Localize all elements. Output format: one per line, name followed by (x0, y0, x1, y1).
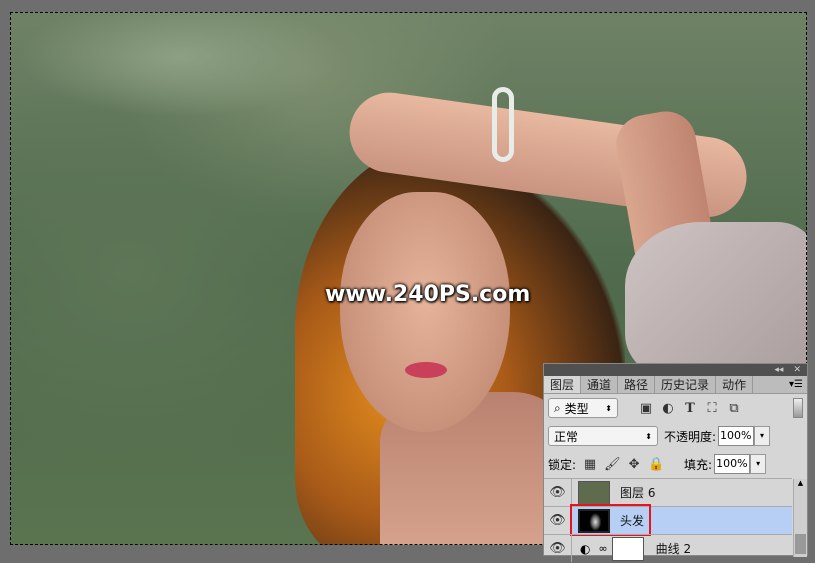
tab-history[interactable]: 历史记录 (655, 376, 717, 393)
visibility-eye-icon[interactable]: 👁 (544, 535, 572, 562)
adjustment-filter-icon[interactable]: ◐ (660, 401, 676, 416)
updown-icon: ⬍ (605, 403, 612, 413)
collapse-icon[interactable]: ◂◂ (774, 365, 783, 375)
layer-thumbnail (578, 480, 610, 505)
layers-panel: ◂◂ ✕ 图层 通道 路径 历史记录 动作 ▾☰ ⌕ 类型 ⬍ ▣ ◐ T ⛶ ⧉… (543, 363, 808, 562)
opacity-input[interactable]: 100% (718, 426, 755, 446)
layer-row[interactable]: 👁 图层 6 (544, 478, 792, 506)
tab-channels[interactable]: 通道 (581, 376, 619, 393)
tab-paths[interactable]: 路径 (618, 376, 656, 393)
panel-titlebar: ◂◂ ✕ (544, 364, 807, 376)
shape-filter-icon[interactable]: ⛶ (704, 401, 720, 416)
filter-type-value: 类型 (564, 401, 589, 416)
layer-row[interactable]: 👁 ◐ ∞ 曲线 2 (544, 534, 792, 562)
panel-tabs: 图层 通道 路径 历史记录 动作 ▾☰ (544, 376, 807, 394)
layer-name: 图层 6 (620, 486, 656, 500)
link-icon[interactable]: ∞ (598, 542, 607, 555)
scroll-thumb[interactable] (795, 534, 806, 554)
fill-label: 填充: (684, 457, 713, 472)
blend-row: 正常 ⬍ 不透明度: 100% ▾ (544, 422, 807, 450)
type-filter-icon[interactable]: T (682, 401, 698, 416)
opacity-label: 不透明度: (664, 429, 717, 444)
tab-actions[interactable]: 动作 (716, 376, 754, 393)
curves-adjustment-icon: ◐ (580, 541, 591, 556)
visibility-eye-icon[interactable]: 👁 (544, 507, 572, 534)
layers-scrollbar[interactable]: ▲ (793, 479, 807, 557)
tab-layers[interactable]: 图层 (544, 376, 582, 393)
filter-type-select[interactable]: ⌕ 类型 ⬍ (548, 398, 618, 418)
adjustment-mask-thumbnail (611, 536, 644, 561)
filter-toggle[interactable] (793, 398, 803, 418)
lock-label: 锁定: (548, 457, 577, 472)
fill-dropdown[interactable]: ▾ (750, 454, 767, 474)
close-icon[interactable]: ✕ (793, 365, 801, 375)
blend-mode-select[interactable]: 正常 ⬍ (548, 426, 658, 446)
lock-transparent-icon[interactable]: ▦ (582, 457, 598, 472)
scroll-up-icon[interactable]: ▲ (794, 479, 807, 487)
updown-icon: ⬍ (645, 431, 652, 441)
opacity-dropdown[interactable]: ▾ (754, 426, 771, 446)
fill-input[interactable]: 100% (714, 454, 751, 474)
layer-row-selected[interactable]: 👁 头发 (544, 504, 792, 536)
smart-object-filter-icon[interactable]: ⧉ (726, 401, 742, 416)
panel-menu-icon[interactable]: ▾☰ (789, 376, 807, 393)
layer-name: 曲线 2 (655, 542, 692, 556)
lock-row: 锁定: ▦ 🖌 ✥ 🔒 填充: 100% ▾ (544, 450, 807, 478)
lock-paint-brush-icon[interactable]: 🖌 (604, 457, 621, 472)
visibility-eye-icon[interactable]: 👁 (544, 479, 572, 506)
layer-list: 👁 图层 6 👁 头发 👁 ◐ ∞ 曲线 2 (544, 478, 807, 562)
filter-row: ⌕ 类型 ⬍ ▣ ◐ T ⛶ ⧉ (544, 394, 807, 422)
image-filter-icon[interactable]: ▣ (638, 401, 654, 416)
blend-mode-value: 正常 (554, 429, 579, 444)
highlight-box (570, 504, 651, 536)
search-icon: ⌕ (554, 400, 561, 415)
lock-move-icon[interactable]: ✥ (626, 457, 642, 472)
lock-all-icon[interactable]: 🔒 (648, 457, 664, 472)
